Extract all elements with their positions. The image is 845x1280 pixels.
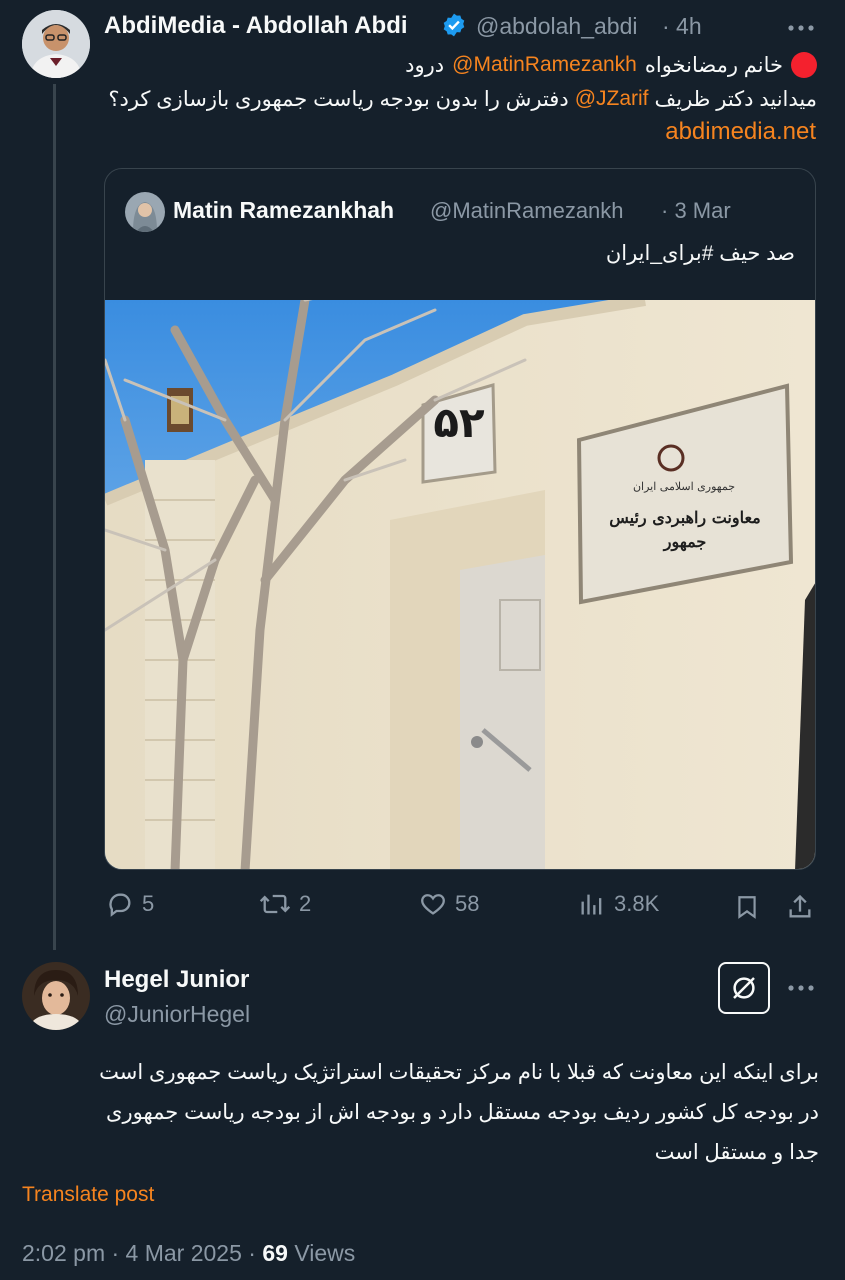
quote-text: صد حیف #برای_ایران xyxy=(605,242,795,265)
verified-badge-icon xyxy=(441,12,467,38)
post-line-1-greeting: درود xyxy=(405,53,445,77)
like-count: 58 xyxy=(455,891,480,916)
house-number: ۵۲ xyxy=(433,398,485,447)
author-name[interactable]: AbdiMedia - Abdollah Abdi xyxy=(104,12,408,40)
like-button[interactable]: 58 xyxy=(419,890,479,918)
reply-more-icon[interactable] xyxy=(786,976,816,1000)
reply-meta: 2:02 pm · 4 Mar 2025 · 69 Views xyxy=(22,1240,355,1267)
reply-text-line-2: در بودجه کل کشور ردیف بودجه مستقل دارد و… xyxy=(106,1101,819,1124)
reply-text-line-1: برای اینکه این معاونت که قبلا با نام مرک… xyxy=(99,1061,819,1084)
reply-button[interactable]: 5 xyxy=(106,890,154,918)
translate-post-link[interactable]: Translate post xyxy=(22,1183,154,1207)
views-count: 3.8K xyxy=(614,891,660,916)
grok-explain-icon[interactable] xyxy=(718,962,770,1014)
share-icon[interactable] xyxy=(786,893,814,921)
post-line-2: میدانید دکتر ظریف @JZarif دفترش را بدون … xyxy=(108,84,817,114)
reply-views-count: 69 xyxy=(262,1240,288,1266)
post-line-2-start: میدانید دکتر ظریف xyxy=(654,87,817,111)
sign-title: معاونت راهبردی رئیس جمهور xyxy=(609,508,761,551)
views-icon xyxy=(581,894,602,915)
quote-date[interactable]: · 3 Mar xyxy=(661,198,731,224)
views-button[interactable]: 3.8K xyxy=(578,890,659,918)
repost-count: 2 xyxy=(299,891,312,916)
post-link[interactable]: abdimedia.net xyxy=(665,118,816,146)
reply-icon xyxy=(109,893,131,917)
reply-text-line-3: جدا و مستقل است xyxy=(654,1141,819,1164)
bookmark-icon[interactable] xyxy=(733,893,761,921)
mention-jzarif[interactable]: @JZarif xyxy=(575,87,649,111)
post-line-2-rest: دفترش را بدون بودجه ریاست جمهوری بازسازی… xyxy=(108,87,569,111)
repost-button[interactable]: 2 xyxy=(259,890,311,918)
quote-photo[interactable]: ۵۲ جمهوری اسلامی ایران معاونت راهبردی رئ… xyxy=(105,300,815,869)
post-line-1: خانم رمضانخواه @MatinRamezankh درود xyxy=(405,50,817,80)
reply-count: 5 xyxy=(142,891,155,916)
heart-icon xyxy=(421,894,445,915)
reply-timestamp[interactable]: 2:02 pm · 4 Mar 2025 · xyxy=(22,1240,256,1266)
quote-author-handle[interactable]: @MatinRamezankh xyxy=(430,198,624,224)
post-time[interactable]: · 4h xyxy=(662,13,702,40)
author-avatar[interactable] xyxy=(22,10,90,78)
sign-subtitle: جمهوری اسلامی ایران xyxy=(632,480,736,493)
reply-author-handle[interactable]: @JuniorHegel xyxy=(104,1001,250,1028)
quote-author-avatar[interactable] xyxy=(125,192,165,232)
author-handle[interactable]: @abdolah_abdi xyxy=(476,13,637,40)
reply-author-name[interactable]: Hegel Junior xyxy=(104,966,249,994)
reply-author-avatar[interactable] xyxy=(22,962,90,1030)
post-line-1-text: خانم رمضانخواه xyxy=(644,53,783,77)
reply-views-label: Views xyxy=(294,1240,356,1266)
repost-icon xyxy=(259,894,291,914)
more-horizontal-icon[interactable] xyxy=(786,16,816,40)
quoted-post-card[interactable]: Matin Ramezankhah @MatinRamezankh · 3 Ma… xyxy=(104,168,816,870)
mention-matin[interactable]: @MatinRamezankh xyxy=(452,53,637,77)
status-dot-icon xyxy=(791,52,817,78)
thread-connector xyxy=(53,84,56,950)
quote-author-name[interactable]: Matin Ramezankhah xyxy=(173,197,394,224)
